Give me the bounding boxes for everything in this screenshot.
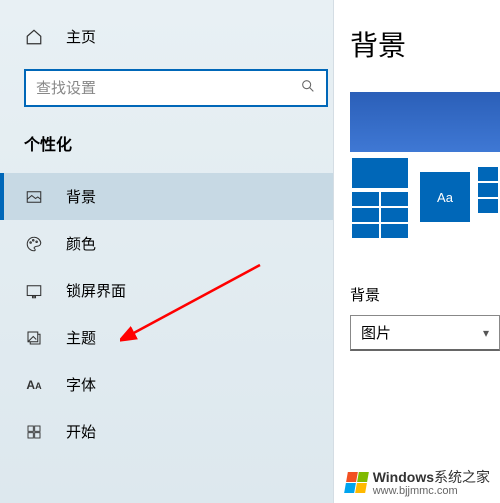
font-icon: AA (24, 378, 44, 392)
sidebar-item-label: 锁屏界面 (66, 280, 126, 301)
section-title: 个性化 (24, 131, 333, 155)
watermark-text: 系统之家 (434, 469, 490, 485)
sidebar-item-label: 字体 (66, 374, 96, 395)
sidebar-item-label: 开始 (66, 421, 96, 442)
lockscreen-icon (24, 282, 44, 300)
preview-tile: Aa (420, 172, 470, 222)
sidebar-item-label: 颜色 (66, 233, 96, 254)
search-box[interactable] (24, 69, 328, 107)
watermark-brand: Windows (373, 469, 434, 485)
sidebar: 主页 个性化 背景 (0, 0, 333, 503)
home-icon (24, 28, 44, 46)
sidebar-item-label: 主题 (66, 327, 96, 348)
watermark-url: www.bjjmmc.com (373, 485, 490, 497)
picture-icon (24, 188, 44, 206)
watermark: Windows系统之家 www.bjjmmc.com (346, 467, 490, 497)
sidebar-item-label: 背景 (66, 186, 96, 207)
main-panel: 背景 Aa 背景 图片 ▾ (333, 0, 500, 503)
theme-icon (24, 329, 44, 347)
chevron-down-icon: ▾ (483, 326, 489, 340)
sidebar-item-lockscreen[interactable]: 锁屏界面 (0, 267, 333, 314)
background-type-dropdown[interactable]: 图片 ▾ (350, 315, 500, 351)
home-label: 主页 (66, 26, 96, 47)
page-title: 背景 (350, 24, 500, 64)
windows-logo-icon (344, 472, 369, 493)
search-input[interactable] (36, 80, 300, 97)
sidebar-item-colors[interactable]: 颜色 (0, 220, 333, 267)
search-icon (300, 78, 316, 99)
desktop-preview: Aa (350, 92, 500, 242)
sidebar-item-background[interactable]: 背景 (0, 173, 333, 220)
sidebar-item-start[interactable]: 开始 (0, 408, 333, 455)
palette-icon (24, 235, 44, 253)
dropdown-value: 图片 (361, 322, 391, 343)
background-label: 背景 (350, 284, 500, 305)
home-nav[interactable]: 主页 (24, 16, 333, 57)
sidebar-item-fonts[interactable]: AA 字体 (0, 361, 333, 408)
sidebar-item-themes[interactable]: 主题 (0, 314, 333, 361)
start-icon (24, 424, 44, 440)
